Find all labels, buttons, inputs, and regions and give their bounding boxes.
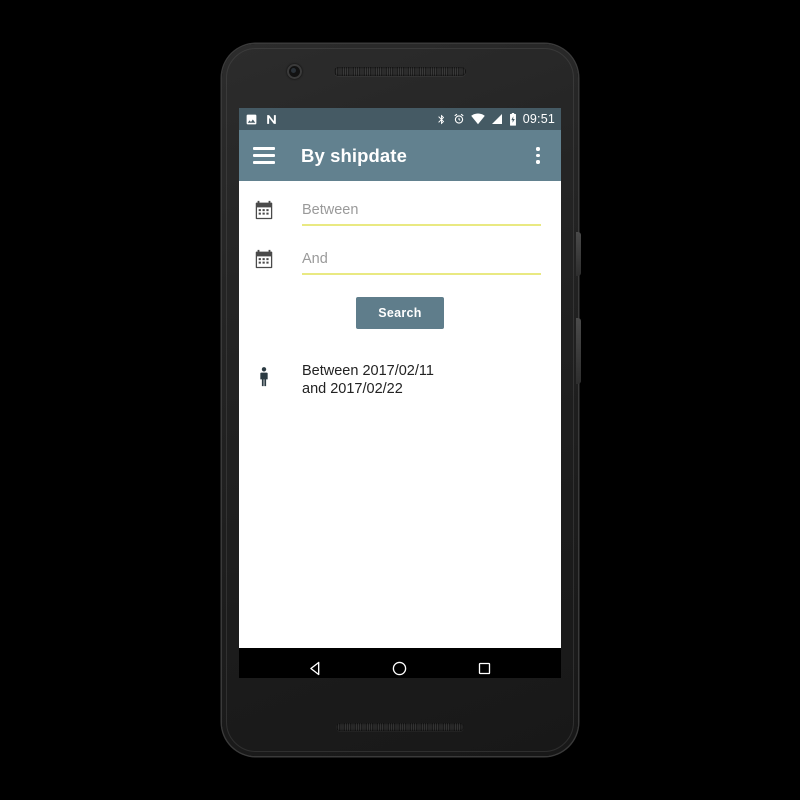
status-bar: 09:51 [239, 108, 561, 130]
hamburger-menu-icon[interactable] [251, 143, 277, 169]
app-bar: By shipdate [239, 130, 561, 181]
result-list-item[interactable]: Between 2017/02/11 and 2017/02/22 [239, 329, 561, 398]
calendar-icon [255, 200, 273, 220]
status-bar-left-icons [245, 113, 278, 126]
status-bar-clock: 09:51 [522, 112, 555, 126]
wifi-icon [470, 113, 485, 125]
recents-square-icon [478, 662, 491, 674]
page-title: By shipdate [301, 144, 407, 166]
result-text: Between 2017/02/11 and 2017/02/22 [302, 363, 434, 397]
search-button[interactable]: Search [356, 297, 444, 329]
bottom-speaker-grille [336, 723, 464, 731]
image-icon [246, 114, 257, 124]
overflow-menu-icon[interactable] [527, 143, 549, 169]
earpiece-speaker-grille [334, 67, 466, 76]
person-icon [260, 367, 268, 387]
android-n-icon [267, 114, 276, 124]
nav-recents-button[interactable] [468, 651, 502, 678]
and-input-wrapper [302, 250, 541, 275]
battery-icon [509, 112, 516, 126]
camera-lens-icon [287, 64, 302, 79]
calendar-icon [255, 249, 273, 269]
home-circle-icon [393, 661, 407, 675]
overflow-dot [536, 153, 540, 158]
content-area: Search Between 2017/02/11 and 2017/02/22 [239, 181, 561, 648]
nav-home-button[interactable] [383, 651, 417, 678]
and-date-input[interactable] [302, 251, 541, 270]
nav-back-button[interactable] [298, 651, 332, 678]
overflow-dot [536, 160, 540, 164]
hamburger-line [253, 154, 275, 157]
bluetooth-icon [438, 114, 444, 124]
signal-icon [491, 114, 502, 124]
search-button-row: Search [239, 297, 561, 329]
volume-button[interactable] [576, 318, 581, 384]
back-triangle-icon [310, 661, 320, 675]
and-field-row [239, 248, 561, 275]
status-bar-right-icons: 09:51 [436, 112, 555, 126]
between-field-row [239, 199, 561, 226]
hamburger-line [253, 147, 275, 150]
android-navigation-bar [239, 648, 561, 678]
between-date-input[interactable] [302, 202, 541, 221]
between-input-wrapper [302, 201, 541, 226]
overflow-dot [536, 147, 540, 151]
hamburger-line [253, 161, 275, 164]
phone-screen: 09:51 By shipdate Between And Search Bet… [239, 108, 561, 678]
alarm-icon [454, 113, 464, 124]
power-button[interactable] [576, 232, 581, 276]
